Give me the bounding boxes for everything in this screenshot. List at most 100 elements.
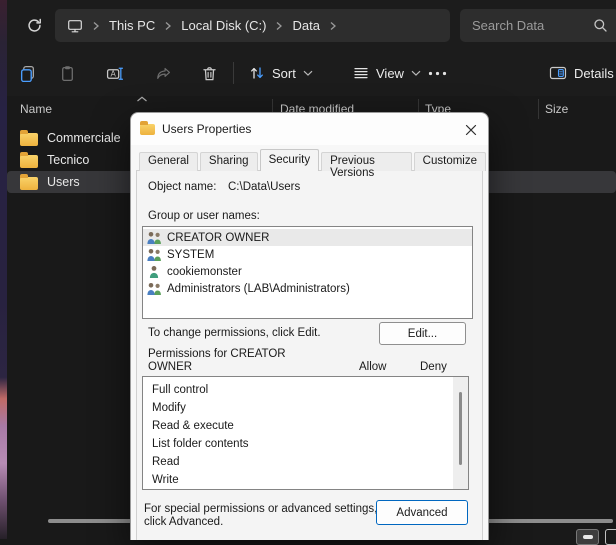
refresh-icon xyxy=(26,17,43,34)
view-button[interactable]: View xyxy=(347,58,427,88)
tab-sharing[interactable]: Sharing xyxy=(200,152,258,171)
group-row-creator-owner[interactable]: CREATOR OWNER xyxy=(143,229,472,246)
advanced-hint-line2: click Advanced. xyxy=(144,516,377,529)
advanced-hint-line1: For special permissions or advanced sett… xyxy=(144,503,377,516)
breadcrumb-local-disk-c[interactable]: Local Disk (C:) xyxy=(181,18,266,33)
sort-label: Sort xyxy=(272,66,296,81)
permission-row-special-permissions[interactable]: Special permissions xyxy=(143,489,468,490)
chevron-right-icon xyxy=(275,21,283,31)
view-label: View xyxy=(376,66,404,81)
see-more-button[interactable] xyxy=(419,58,455,88)
file-name: Users xyxy=(47,175,80,189)
details-button[interactable]: Details xyxy=(543,58,616,88)
permission-name: Read xyxy=(152,456,180,468)
toolbar-divider xyxy=(233,62,234,84)
chevron-right-icon xyxy=(92,21,100,31)
folder-icon xyxy=(20,177,38,190)
chevron-right-icon xyxy=(164,21,172,31)
share-button[interactable] xyxy=(147,58,179,88)
permission-name: Write xyxy=(152,474,179,486)
permissions-for-label: Permissions for CREATOR OWNER xyxy=(148,348,286,374)
search-placeholder: Search Data xyxy=(472,18,544,33)
tab-security[interactable]: Security xyxy=(260,149,320,171)
copy-icon xyxy=(19,65,36,82)
group-row-administrators[interactable]: Administrators (LAB\Administrators) xyxy=(143,280,472,297)
copy-button[interactable] xyxy=(11,58,43,88)
object-name-value: C:\Data\Users xyxy=(228,181,300,193)
tab-previous-versions[interactable]: Previous Versions xyxy=(321,152,412,171)
svg-text:A: A xyxy=(110,69,116,78)
dialog-titlebar: Users Properties xyxy=(131,113,488,145)
object-name-label: Object name: xyxy=(148,181,216,193)
group-or-user-names-list[interactable]: CREATOR OWNER SYSTEM cookiemonster Admin… xyxy=(142,226,473,319)
permission-name: Read & execute xyxy=(152,420,234,432)
permissions-for-line2: OWNER xyxy=(148,361,286,374)
folder-icon xyxy=(140,124,155,135)
paste-button[interactable] xyxy=(51,58,83,88)
column-divider[interactable] xyxy=(538,99,539,119)
permissions-scrollbar[interactable] xyxy=(453,377,468,489)
paste-icon xyxy=(59,65,76,82)
column-header-name[interactable]: Name xyxy=(20,102,52,116)
deny-column-label: Deny xyxy=(420,361,447,373)
permission-row-full-control[interactable]: Full control xyxy=(143,381,468,399)
more-icon xyxy=(428,71,447,76)
tab-customize[interactable]: Customize xyxy=(414,152,486,171)
advanced-button[interactable]: Advanced xyxy=(376,500,468,525)
column-header-size[interactable]: Size xyxy=(545,102,568,116)
thumbnail-view-toggle-button[interactable] xyxy=(605,529,616,545)
refresh-button[interactable] xyxy=(19,10,49,40)
command-toolbar: A Sort View xyxy=(7,50,616,96)
folder-icon xyxy=(20,155,38,168)
permission-row-write[interactable]: Write xyxy=(143,471,468,489)
breadcrumb-this-pc[interactable]: This PC xyxy=(109,18,155,33)
trash-icon xyxy=(201,65,218,82)
chevron-down-icon xyxy=(303,70,313,76)
details-view-icon xyxy=(583,535,593,539)
breadcrumb-data[interactable]: Data xyxy=(292,18,319,33)
group-row-system[interactable]: SYSTEM xyxy=(143,246,472,263)
dialog-tab-strip: General Sharing Security Previous Versio… xyxy=(139,151,488,171)
user-row-cookiemonster[interactable]: cookiemonster xyxy=(143,263,472,280)
user-icon xyxy=(146,265,163,279)
details-label: Details xyxy=(574,66,614,81)
dialog-title: Users Properties xyxy=(162,122,251,136)
edit-button[interactable]: Edit... xyxy=(379,322,466,345)
details-view-toggle-button[interactable] xyxy=(576,529,599,545)
search-icon xyxy=(593,18,608,33)
sort-icon xyxy=(249,65,265,81)
delete-button[interactable] xyxy=(193,58,225,88)
permission-row-modify[interactable]: Modify xyxy=(143,399,468,417)
close-button[interactable] xyxy=(458,118,483,141)
file-name: Tecnico xyxy=(47,153,89,167)
group-or-user-names-label: Group or user names: xyxy=(148,210,260,222)
search-input[interactable]: Search Data xyxy=(460,9,616,42)
scrollbar-thumb[interactable] xyxy=(459,392,462,465)
permissions-list[interactable]: Full control Modify Read & execute List … xyxy=(142,376,469,490)
edit-hint-text: To change permissions, click Edit. xyxy=(148,327,321,339)
rename-button[interactable]: A xyxy=(99,58,131,88)
share-icon xyxy=(155,65,172,82)
view-icon xyxy=(353,65,369,81)
group-name: Administrators (LAB\Administrators) xyxy=(167,283,350,295)
permission-name: Modify xyxy=(152,402,186,414)
tab-general[interactable]: General xyxy=(139,152,198,171)
chevron-right-icon xyxy=(329,21,337,31)
users-properties-dialog: Users Properties General Sharing Securit… xyxy=(130,112,489,540)
rename-icon: A xyxy=(106,65,124,82)
group-icon xyxy=(146,282,163,296)
breadcrumb: This PC Local Disk (C:) Data xyxy=(55,9,450,42)
address-bar-row: This PC Local Disk (C:) Data Search Data xyxy=(7,0,616,50)
sort-button[interactable]: Sort xyxy=(243,58,319,88)
permission-row-list-folder-contents[interactable]: List folder contents xyxy=(143,435,468,453)
close-icon xyxy=(465,124,477,136)
sort-ascending-icon xyxy=(136,96,148,102)
desktop-wallpaper-edge xyxy=(0,0,7,539)
this-pc-icon xyxy=(67,18,83,34)
folder-icon xyxy=(20,133,38,146)
group-name: SYSTEM xyxy=(167,249,214,261)
permission-row-read[interactable]: Read xyxy=(143,453,468,471)
permission-row-read-execute[interactable]: Read & execute xyxy=(143,417,468,435)
group-name: CREATOR OWNER xyxy=(167,232,269,244)
advanced-hint-text: For special permissions or advanced sett… xyxy=(144,503,377,529)
